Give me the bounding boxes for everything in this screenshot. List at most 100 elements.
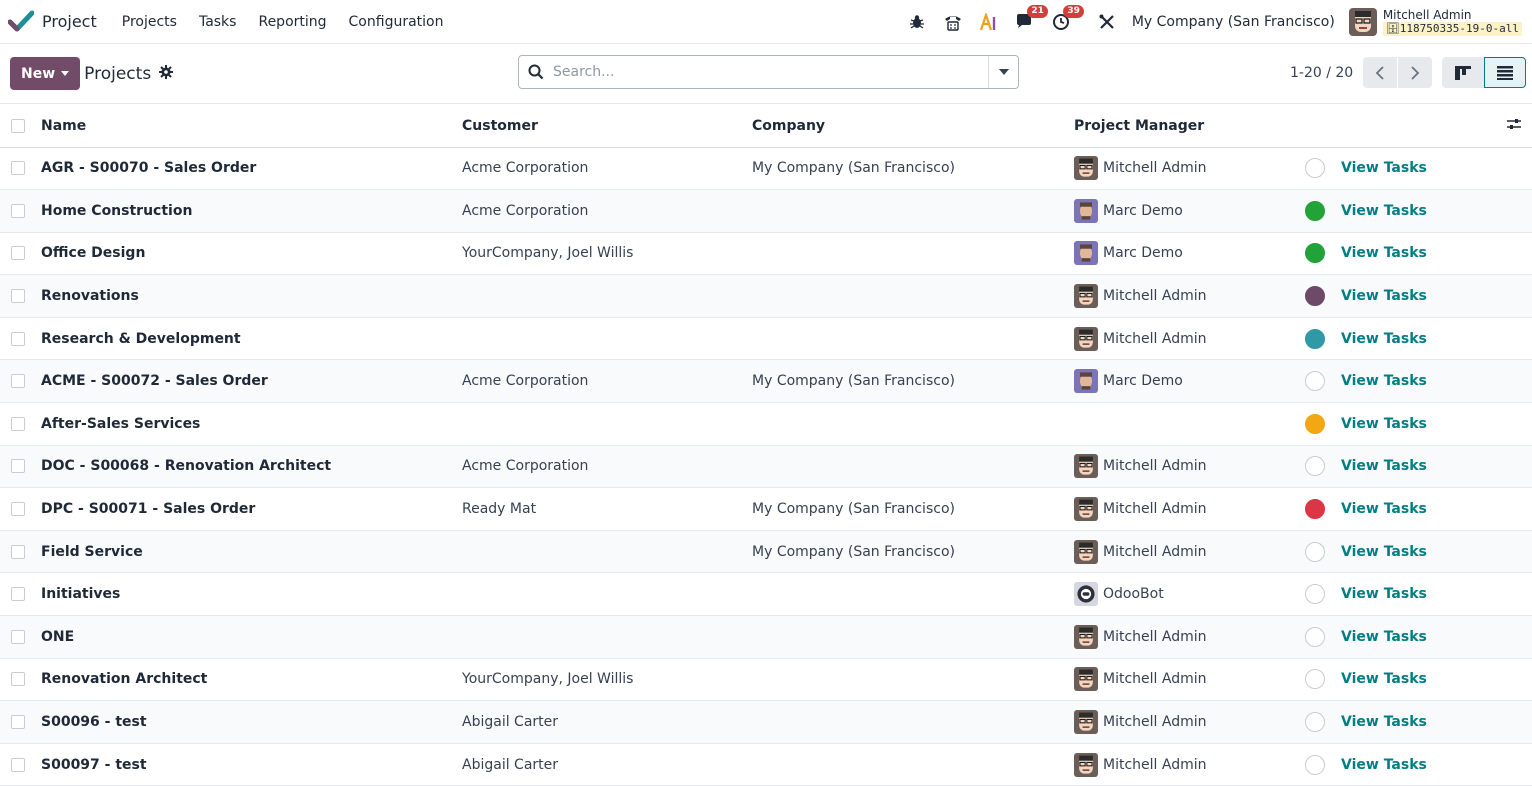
status-color-dot[interactable]: [1305, 286, 1325, 307]
status-color-dot[interactable]: [1305, 200, 1325, 221]
row-checkbox[interactable]: [11, 587, 25, 602]
app-brand[interactable]: Project: [8, 9, 97, 35]
status-color-dot[interactable]: [1305, 371, 1325, 392]
status-color-dot[interactable]: [1305, 626, 1325, 647]
project-name[interactable]: DPC - S00071 - Sales Order: [41, 488, 462, 531]
row-checkbox[interactable]: [11, 757, 25, 772]
status-color-dot[interactable]: [1305, 754, 1325, 775]
status-color-dot[interactable]: [1305, 413, 1325, 434]
status-color-dot[interactable]: [1305, 456, 1325, 477]
project-name[interactable]: S00097 - test: [41, 743, 462, 786]
list-view-button[interactable]: [1484, 57, 1526, 88]
project-manager[interactable]: Mitchell Admin: [1074, 284, 1299, 309]
column-header-name[interactable]: Name: [41, 105, 462, 147]
project-manager[interactable]: Marc Demo: [1074, 369, 1299, 394]
view-tasks-button[interactable]: View Tasks: [1341, 714, 1427, 730]
table-row[interactable]: Research & Development Mitchell Admin View…: [0, 317, 1532, 360]
select-all-checkbox[interactable]: [11, 118, 25, 133]
user-menu[interactable]: Mitchell Admin 🗄118750335-19-0-all: [1348, 7, 1522, 36]
debug-bug-icon[interactable]: [906, 11, 928, 33]
view-tasks-button[interactable]: View Tasks: [1341, 288, 1427, 304]
status-color-dot[interactable]: [1305, 584, 1325, 605]
project-manager[interactable]: Mitchell Admin: [1074, 752, 1299, 777]
view-tasks-button[interactable]: View Tasks: [1341, 544, 1427, 560]
project-name[interactable]: Initiatives: [41, 573, 462, 616]
table-row[interactable]: S00096 - test Abigail Carter Mitchell Admi…: [0, 700, 1532, 744]
table-row[interactable]: Home Construction Acme Corporation Marc De…: [0, 189, 1532, 233]
project-name[interactable]: Field Service: [41, 530, 462, 573]
project-manager[interactable]: Mitchell Admin: [1074, 667, 1299, 692]
row-checkbox[interactable]: [11, 672, 25, 687]
status-color-dot[interactable]: [1305, 669, 1325, 690]
row-checkbox[interactable]: [11, 161, 25, 176]
pager-previous-button[interactable]: [1363, 57, 1398, 88]
project-name[interactable]: Research & Development: [41, 317, 462, 360]
search-options-toggle[interactable]: [988, 56, 1018, 88]
view-tasks-button[interactable]: View Tasks: [1341, 458, 1427, 474]
menu-projects[interactable]: Projects: [111, 14, 188, 30]
table-row[interactable]: S00097 - test Abigail Carter Mitchell Admi…: [0, 743, 1532, 786]
menu-reporting[interactable]: Reporting: [247, 14, 337, 30]
project-name[interactable]: Office Design: [41, 232, 462, 275]
table-row[interactable]: Office Design YourCompany, Joel Willis Mar…: [0, 232, 1532, 275]
view-tasks-button[interactable]: View Tasks: [1341, 757, 1427, 773]
table-row[interactable]: After-Sales Services View Tasks: [0, 403, 1532, 446]
messages-icon[interactable]: 21: [1014, 4, 1048, 33]
column-header-manager[interactable]: Project Manager: [1074, 105, 1299, 147]
table-row[interactable]: AGR - S00070 - Sales Order Acme Corporati…: [0, 147, 1532, 190]
project-name[interactable]: AGR - S00070 - Sales Order: [41, 147, 462, 190]
row-checkbox[interactable]: [11, 203, 25, 218]
project-name[interactable]: Renovation Architect: [41, 658, 462, 701]
table-row[interactable]: Renovation Architect YourCompany, Joel Wi…: [0, 658, 1532, 701]
table-row[interactable]: Initiatives OdooBot View Tasks: [0, 573, 1532, 616]
company-switcher[interactable]: My Company (San Francisco): [1132, 14, 1335, 30]
row-checkbox[interactable]: [11, 246, 25, 261]
row-checkbox[interactable]: [11, 416, 25, 431]
column-header-company[interactable]: Company: [752, 105, 1074, 147]
kanban-view-button[interactable]: [1442, 57, 1484, 88]
row-checkbox[interactable]: [11, 715, 25, 730]
row-checkbox[interactable]: [11, 544, 25, 559]
pager-next-button[interactable]: [1398, 57, 1433, 88]
project-name[interactable]: ONE: [41, 616, 462, 659]
project-name[interactable]: Renovations: [41, 275, 462, 318]
optional-columns-sliders-icon[interactable]: [1506, 118, 1522, 135]
row-checkbox[interactable]: [11, 374, 25, 389]
tools-icon[interactable]: [1096, 11, 1118, 33]
ai-icon[interactable]: [978, 11, 1000, 33]
project-manager[interactable]: Mitchell Admin: [1074, 539, 1299, 564]
column-header-customer[interactable]: Customer: [462, 105, 752, 147]
table-row[interactable]: Renovations Mitchell Admin View Tasks: [0, 274, 1532, 318]
status-color-dot[interactable]: [1305, 541, 1325, 562]
project-manager[interactable]: Mitchell Admin: [1074, 624, 1299, 649]
view-tasks-button[interactable]: View Tasks: [1341, 671, 1427, 687]
table-row[interactable]: ACME - S00072 - Sales Order Acme Corporat…: [0, 359, 1532, 403]
status-color-dot[interactable]: [1305, 712, 1325, 733]
status-color-dot[interactable]: [1305, 158, 1325, 179]
view-tasks-button[interactable]: View Tasks: [1341, 586, 1427, 602]
view-tasks-button[interactable]: View Tasks: [1341, 203, 1427, 219]
row-checkbox[interactable]: [11, 502, 25, 517]
row-checkbox[interactable]: [11, 459, 25, 474]
project-name[interactable]: DOC - S00068 - Renovation Architect: [41, 445, 462, 488]
project-manager[interactable]: Marc Demo: [1074, 241, 1299, 266]
phone-icon[interactable]: [942, 11, 964, 33]
status-color-dot[interactable]: [1305, 499, 1325, 520]
table-row[interactable]: DOC - S00068 - Renovation Architect Acme …: [0, 445, 1532, 488]
project-name[interactable]: ACME - S00072 - Sales Order: [41, 360, 462, 403]
row-checkbox[interactable]: [11, 629, 25, 644]
pager-value[interactable]: 1-20 / 20: [1290, 65, 1353, 81]
project-manager[interactable]: Mitchell Admin: [1074, 710, 1299, 735]
view-tasks-button[interactable]: View Tasks: [1341, 629, 1427, 645]
table-row[interactable]: ONE Mitchell Admin View Tasks: [0, 615, 1532, 659]
status-color-dot[interactable]: [1305, 328, 1325, 349]
view-tasks-button[interactable]: View Tasks: [1341, 501, 1427, 517]
table-row[interactable]: DPC - S00071 - Sales Order Ready Mat My Co…: [0, 488, 1532, 531]
table-row[interactable]: Field Service My Company (San Francisco) M…: [0, 530, 1532, 573]
project-name[interactable]: Home Construction: [41, 190, 462, 233]
activities-clock-icon[interactable]: 39: [1050, 4, 1084, 33]
project-manager[interactable]: Mitchell Admin: [1074, 156, 1299, 181]
gear-icon[interactable]: [159, 64, 174, 84]
project-manager[interactable]: OdooBot: [1074, 582, 1299, 607]
view-tasks-button[interactable]: View Tasks: [1341, 416, 1427, 432]
